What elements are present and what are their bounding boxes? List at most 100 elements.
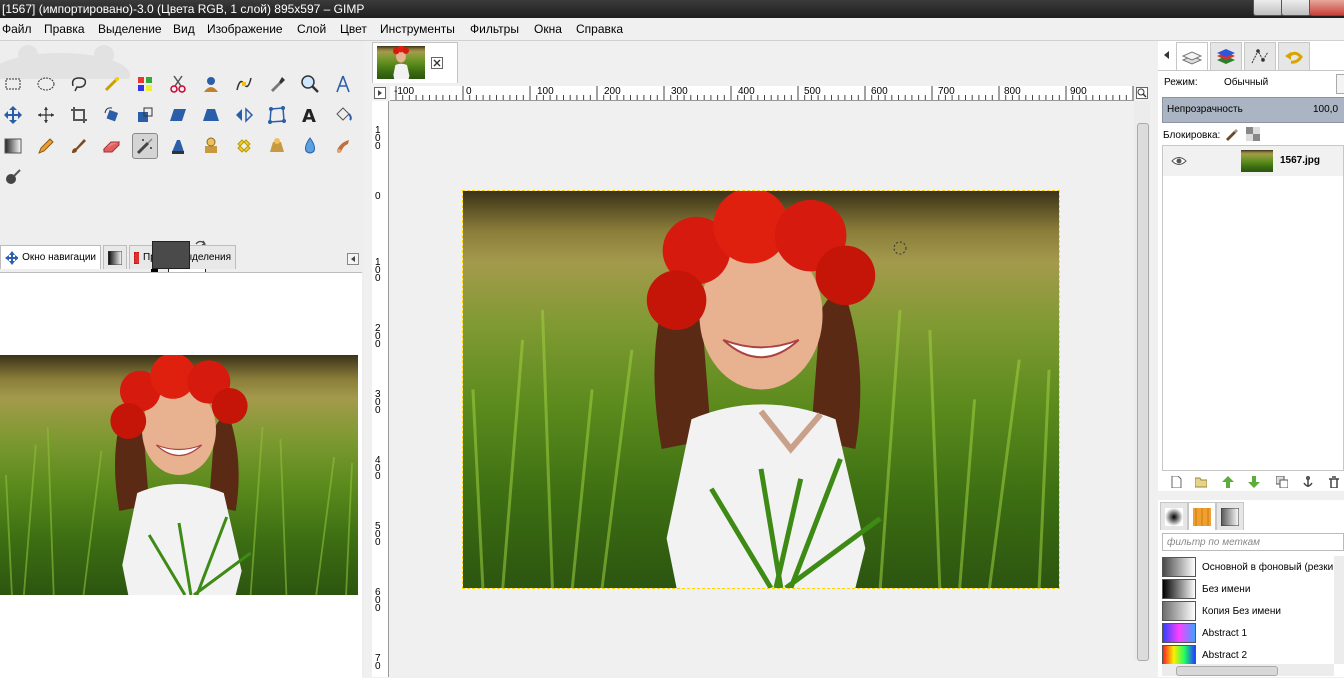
- ruler-h-label-2: 0: [466, 86, 472, 97]
- menu-colors[interactable]: Цвет: [340, 22, 367, 36]
- tab-undo-history[interactable]: [1278, 42, 1310, 70]
- horizontal-ruler-ticks: [395, 86, 1134, 100]
- lock-alpha-icon[interactable]: [1246, 127, 1260, 141]
- eye-visibility-icon[interactable]: [1171, 156, 1187, 166]
- main-image[interactable]: [462, 190, 1060, 589]
- menu-edit[interactable]: Правка: [44, 22, 85, 36]
- gradient-item[interactable]: Abstract 2: [1162, 644, 1334, 664]
- fg-color-front[interactable]: [152, 241, 190, 269]
- smudge-icon[interactable]: [330, 133, 356, 159]
- blur-icon[interactable]: [297, 133, 323, 159]
- tab-gradients[interactable]: [1216, 502, 1244, 530]
- tab-paths[interactable]: [1244, 42, 1276, 70]
- dodge-burn-icon[interactable]: [0, 164, 26, 190]
- new-layer-icon[interactable]: [1170, 476, 1182, 488]
- ink-icon[interactable]: [165, 133, 191, 159]
- menu-help[interactable]: Справка: [576, 22, 623, 36]
- close-image-tab-icon[interactable]: [431, 57, 443, 69]
- menu-select[interactable]: Выделение: [98, 22, 162, 36]
- scale-icon[interactable]: [132, 102, 158, 128]
- gradients-hscroll[interactable]: [1162, 664, 1334, 676]
- gradient-item[interactable]: Основной в фоновый (резки: [1162, 556, 1334, 578]
- tab-layers[interactable]: [1176, 42, 1208, 70]
- align-icon[interactable]: [33, 102, 59, 128]
- zoom-navigate-icon[interactable]: [1136, 87, 1148, 99]
- scroll-left-icon[interactable]: [1162, 50, 1172, 60]
- bucket-fill-icon[interactable]: [330, 102, 356, 128]
- perspective-clone-icon[interactable]: [264, 133, 290, 159]
- airbrush-icon-glyph: [136, 138, 153, 155]
- image-tab[interactable]: [372, 42, 458, 83]
- gradients-vscroll[interactable]: [1334, 556, 1344, 664]
- raise-layer-icon[interactable]: [1222, 476, 1234, 488]
- mode-dropdown-button[interactable]: [1336, 74, 1344, 94]
- scissors-icon[interactable]: [165, 71, 191, 97]
- rect-select-icon[interactable]: [0, 71, 26, 97]
- vertical-scrollbar[interactable]: [1134, 101, 1150, 661]
- lower-layer-icon[interactable]: [1248, 476, 1260, 488]
- shear-icon[interactable]: [165, 102, 191, 128]
- gradient-item[interactable]: Abstract 1: [1162, 622, 1334, 644]
- duplicate-layer-icon[interactable]: [1276, 476, 1288, 488]
- menu-view[interactable]: Вид: [173, 22, 195, 36]
- lock-pixels-icon[interactable]: [1224, 127, 1238, 141]
- mode-select[interactable]: Обычный: [1224, 77, 1268, 88]
- layer-name[interactable]: 1567.jpg: [1280, 155, 1320, 166]
- heal-icon[interactable]: [231, 133, 257, 159]
- navigation-preview-image[interactable]: [0, 355, 358, 595]
- tag-filter-input[interactable]: фильтр по меткам: [1162, 533, 1344, 551]
- maximize-button[interactable]: [1281, 0, 1311, 16]
- menu-tools[interactable]: Инструменты: [380, 22, 455, 36]
- menu-image[interactable]: Изображение: [207, 22, 283, 36]
- gradient-item[interactable]: Без имени: [1162, 578, 1334, 600]
- menu-layer[interactable]: Слой: [297, 22, 326, 36]
- blend-icon[interactable]: [0, 133, 26, 159]
- navigation-panel: [0, 272, 362, 678]
- tab-brushes[interactable]: [1160, 502, 1188, 530]
- crop-icon[interactable]: [66, 102, 92, 128]
- delete-layer-icon[interactable]: [1328, 476, 1340, 488]
- anchor-layer-icon[interactable]: [1302, 476, 1314, 488]
- menu-windows[interactable]: Окна: [534, 22, 562, 36]
- dock-menu-icon[interactable]: [347, 253, 359, 265]
- opacity-slider[interactable]: Непрозрачность 100,0: [1162, 97, 1344, 123]
- cage-icon[interactable]: [264, 102, 290, 128]
- close-button[interactable]: [1309, 0, 1344, 16]
- tab-channels[interactable]: [1210, 42, 1242, 70]
- quick-mask-corner-icon[interactable]: [374, 87, 386, 99]
- eraser-icon[interactable]: [99, 133, 125, 159]
- menu-filters[interactable]: Фильтры: [470, 22, 519, 36]
- rotate-icon[interactable]: [99, 102, 125, 128]
- channels-icon: [1217, 48, 1235, 64]
- zoom-icon[interactable]: [297, 71, 323, 97]
- paths-icon[interactable]: [231, 71, 257, 97]
- lasso-icon[interactable]: [66, 71, 92, 97]
- ellipse-select-icon[interactable]: [33, 71, 59, 97]
- menu-file[interactable]: Файл: [2, 22, 32, 36]
- gradients-hscroll-thumb[interactable]: [1176, 666, 1278, 676]
- measure-icon[interactable]: [330, 71, 356, 97]
- fuzzy-select-icon[interactable]: [99, 71, 125, 97]
- pencil-icon[interactable]: [33, 133, 59, 159]
- image-canvas[interactable]: [390, 101, 1134, 677]
- foreground-select-icon[interactable]: [198, 71, 224, 97]
- move-icon[interactable]: [0, 102, 26, 128]
- align-icon-glyph: [38, 107, 54, 123]
- flip-icon[interactable]: [231, 102, 257, 128]
- tab-patterns[interactable]: [1188, 502, 1216, 530]
- new-layer-group-icon[interactable]: [1195, 476, 1207, 488]
- paintbrush-icon[interactable]: [66, 133, 92, 159]
- clone-icon[interactable]: [198, 133, 224, 159]
- text-icon[interactable]: A: [297, 102, 323, 128]
- perspective-clone-icon-glyph: [270, 138, 284, 152]
- gradient-item[interactable]: Копия Без имени: [1162, 600, 1334, 622]
- tab-navigation[interactable]: Окно навигации: [0, 245, 101, 269]
- layer-row[interactable]: 1567.jpg: [1163, 146, 1343, 176]
- airbrush-icon[interactable]: [132, 133, 158, 159]
- vertical-scroll-thumb[interactable]: [1137, 123, 1149, 661]
- minimize-button[interactable]: [1253, 0, 1283, 16]
- tab-histogram[interactable]: [103, 245, 127, 269]
- color-select-icon[interactable]: [132, 71, 158, 97]
- perspective-icon[interactable]: [198, 102, 224, 128]
- color-picker-icon[interactable]: [264, 71, 290, 97]
